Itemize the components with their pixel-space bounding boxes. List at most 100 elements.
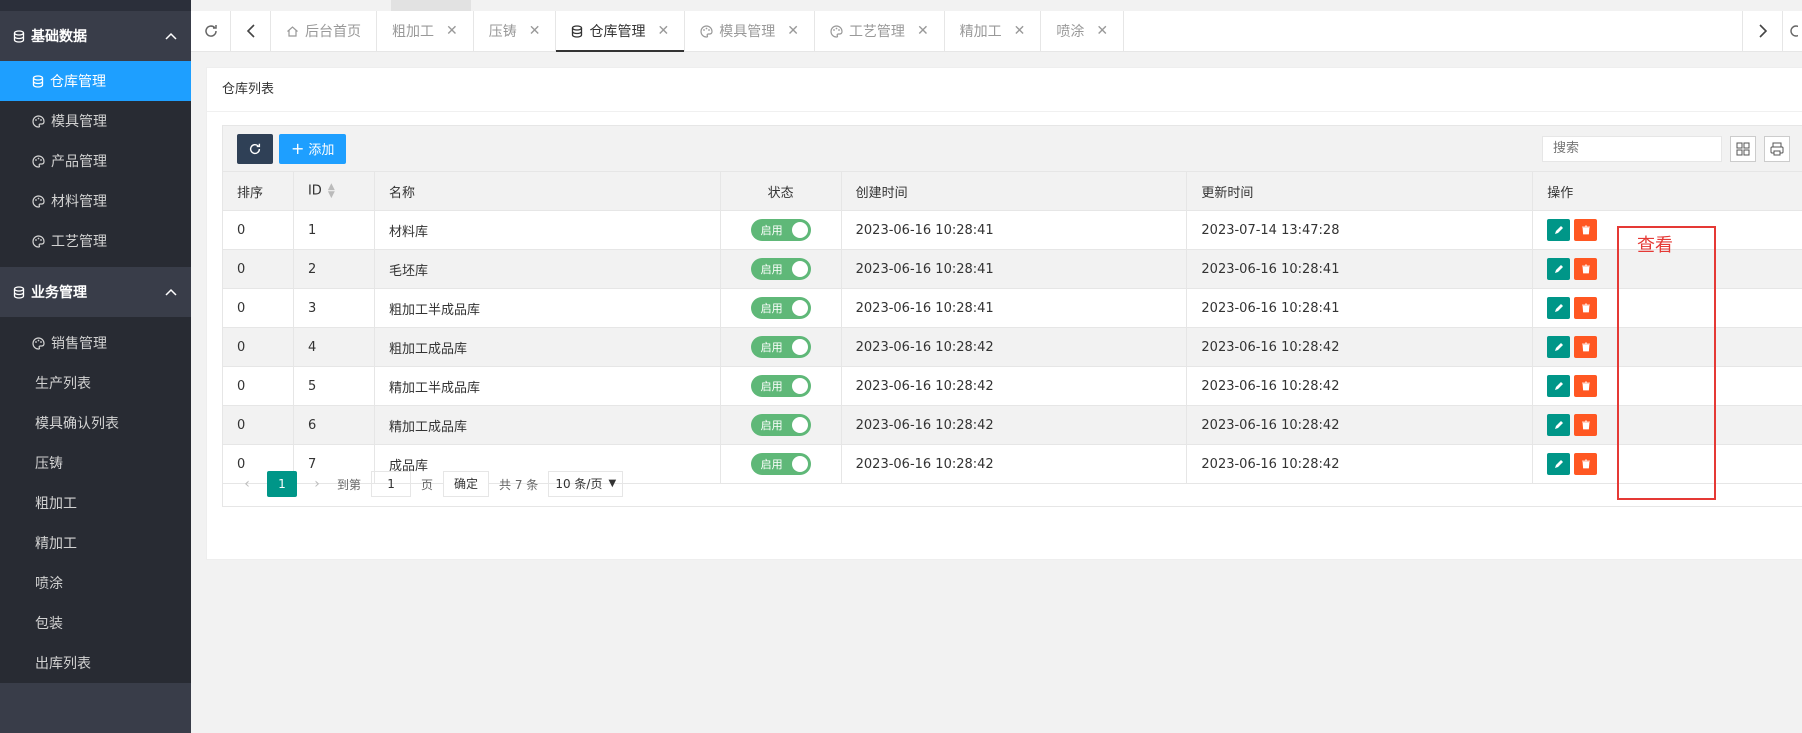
edit-button[interactable]	[1547, 219, 1571, 241]
status-toggle[interactable]: 启用	[750, 375, 811, 397]
delete-button[interactable]	[1574, 336, 1598, 358]
edit-button[interactable]	[1547, 414, 1571, 436]
cell-id: 1	[292, 210, 375, 250]
close-icon[interactable]: ✕	[1014, 23, 1026, 39]
card-title: 仓库列表	[207, 68, 1802, 112]
tab[interactable]: 精加工 ✕	[945, 11, 1042, 51]
add-button[interactable]: + 添加	[279, 133, 347, 164]
prev-page-icon[interactable]: ‹	[237, 476, 257, 492]
close-icon[interactable]: ✕	[1096, 23, 1108, 39]
palette-icon	[830, 24, 843, 38]
sidebar-item-label: 喷涂	[35, 576, 63, 592]
toggle-knob	[791, 378, 808, 394]
sidebar-item[interactable]: 工艺管理	[0, 221, 191, 261]
close-icon[interactable]: ✕	[446, 23, 458, 39]
refresh-icon[interactable]	[191, 11, 231, 51]
sidebar-item[interactable]: 模具管理	[0, 101, 191, 141]
add-button-label: 添加	[308, 143, 335, 158]
edit-button[interactable]	[1547, 336, 1571, 358]
edit-button[interactable]	[1547, 297, 1571, 319]
sidebar-item[interactable]: 模具确认列表	[0, 403, 191, 443]
toggle-knob	[791, 339, 808, 355]
cell-created: 2023-06-16 10:28:42	[840, 405, 1188, 445]
sidebar-item[interactable]: 压铸	[0, 443, 191, 483]
delete-button[interactable]	[1574, 414, 1598, 436]
sidebar-item[interactable]: 销售管理	[0, 323, 191, 363]
sidebar-item[interactable]: 精加工	[0, 523, 191, 563]
sidebar-item[interactable]: 生产列表	[0, 363, 191, 403]
plus-icon: +	[291, 138, 305, 158]
header-updated[interactable]: 更新时间	[1186, 171, 1534, 211]
status-toggle[interactable]: 启用	[750, 414, 811, 436]
header-sort[interactable]: 排序	[222, 171, 294, 211]
sidebar-item[interactable]: 产品管理	[0, 141, 191, 181]
next-page-icon[interactable]: ›	[307, 476, 327, 492]
goto-page-input[interactable]: 1	[371, 471, 412, 497]
tab[interactable]: 后台首页	[271, 11, 377, 51]
tab[interactable]: 模具管理 ✕	[685, 11, 815, 51]
cell-name: 粗加工成品库	[373, 327, 721, 367]
status-toggle[interactable]: 启用	[750, 258, 811, 280]
header-created[interactable]: 创建时间	[840, 171, 1188, 211]
delete-button[interactable]	[1574, 258, 1598, 280]
content-card: 仓库列表 + 添加 排序 ID ▲▼ 名称 状态 创建时间	[206, 67, 1802, 560]
table-header-row: 排序 ID ▲ ▼ 名称 状态 创建时间 更新时间 操作	[222, 171, 1802, 211]
cell-sort: 0	[222, 210, 294, 250]
tab[interactable]: 仓库管理 ✕	[556, 11, 686, 52]
tab[interactable]: 粗加工 ✕	[377, 11, 474, 51]
status-toggle-label: 启用	[760, 380, 783, 393]
header-id[interactable]: ID ▲ ▼	[292, 171, 375, 211]
cell-updated: 2023-06-16 10:28:41	[1186, 249, 1534, 289]
status-toggle-label: 启用	[760, 263, 783, 276]
cell-updated: 2023-06-16 10:28:42	[1186, 366, 1534, 406]
tab-scroll-right-icon[interactable]	[1742, 11, 1782, 51]
sidebar-item-label: 精加工	[35, 536, 77, 552]
edit-button[interactable]	[1547, 258, 1571, 280]
refresh-button[interactable]	[237, 133, 273, 164]
column-filter-icon[interactable]	[1730, 135, 1756, 162]
sidebar-item[interactable]: 粗加工	[0, 483, 191, 523]
sidebar-item-label: 生产列表	[35, 376, 91, 392]
status-toggle[interactable]: 启用	[750, 297, 811, 319]
sidebar-item[interactable]: 出库列表	[0, 643, 191, 683]
edit-button[interactable]	[1547, 375, 1571, 397]
print-icon[interactable]	[1764, 135, 1790, 162]
sidebar-item-label: 销售管理	[51, 336, 107, 352]
tab[interactable]: 工艺管理 ✕	[815, 11, 945, 51]
search-input[interactable]	[1542, 135, 1722, 162]
cell-sort: 0	[222, 249, 294, 289]
tab[interactable]: 喷涂 ✕	[1041, 11, 1125, 51]
delete-button[interactable]	[1574, 219, 1598, 241]
pencil-icon	[1554, 226, 1563, 234]
sidebar-item[interactable]: 仓库管理	[0, 61, 191, 101]
goto-label: 到第	[337, 477, 362, 492]
tab-menu-icon[interactable]	[1782, 11, 1802, 51]
delete-button[interactable]	[1574, 375, 1598, 397]
page-size-select[interactable]: 10 条/页 ▼	[548, 471, 624, 497]
sidebar-item[interactable]: 材料管理	[0, 181, 191, 221]
status-toggle[interactable]: 启用	[750, 219, 811, 241]
header-status[interactable]: 状态	[719, 171, 842, 211]
close-icon[interactable]: ✕	[787, 23, 799, 39]
header-name[interactable]: 名称	[373, 171, 721, 211]
cell-updated: 2023-06-16 10:28:42	[1186, 327, 1534, 367]
delete-button[interactable]	[1574, 297, 1598, 319]
current-page[interactable]: 1	[267, 471, 297, 497]
pagination: ‹ 1 › 到第 1 页 确定 共 7 条 10 条/页 ▼	[222, 462, 1802, 507]
cell-created: 2023-06-16 10:28:42	[840, 366, 1188, 406]
sidebar-group-header[interactable]: 基础数据	[0, 11, 191, 61]
cell-id: 6	[292, 405, 375, 445]
tab-scroll-left-icon[interactable]	[231, 11, 271, 51]
close-icon[interactable]: ✕	[529, 23, 541, 39]
sort-icon[interactable]: ▲ ▼	[328, 183, 335, 200]
sidebar-group-header[interactable]: 业务管理	[0, 267, 191, 317]
sidebar-item[interactable]: 包装	[0, 603, 191, 643]
pencil-icon	[1554, 343, 1563, 351]
close-icon[interactable]: ✕	[657, 23, 669, 39]
sidebar-item[interactable]: 喷涂	[0, 563, 191, 603]
status-toggle-label: 启用	[760, 302, 783, 315]
tab[interactable]: 压铸 ✕	[474, 11, 557, 51]
close-icon[interactable]: ✕	[917, 23, 929, 39]
goto-confirm-button[interactable]: 确定	[443, 471, 490, 497]
status-toggle[interactable]: 启用	[750, 336, 811, 358]
